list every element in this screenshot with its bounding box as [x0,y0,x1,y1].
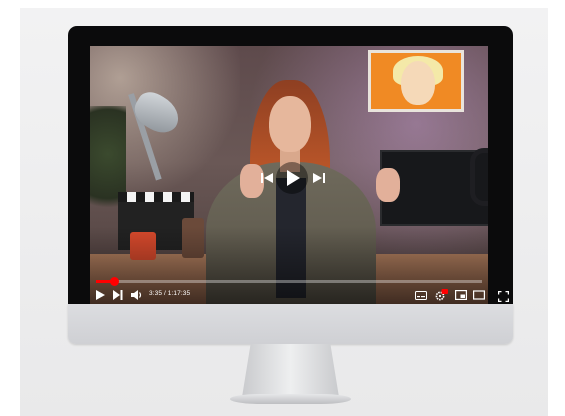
progress-bar[interactable] [96,277,482,286]
time-display: 3:35 / 1:17:35 [149,290,190,297]
fullscreen-icon [497,290,510,303]
control-bar: 3:35 / 1:17:35 [90,286,488,304]
theater-mode-button[interactable] [472,289,486,301]
theater-mode-icon [473,290,485,300]
subtitles-button[interactable] [414,289,428,301]
play-icon [287,170,300,186]
time-total: 1:17:35 [167,290,191,297]
hd-badge-icon [441,289,448,294]
subtitles-icon [415,290,427,300]
center-controls [242,162,338,194]
volume-icon [131,290,142,300]
next-button[interactable] [112,289,124,301]
miniplayer-icon [455,290,467,300]
play-icon [95,290,105,300]
progress-scrubber[interactable] [109,277,119,286]
monitor-chin [68,304,513,344]
monitor-stand-base [230,394,351,404]
volume-button[interactable] [130,289,144,301]
settings-button[interactable] [433,289,449,301]
time-current: 3:35 [149,290,163,297]
monitor-stand [242,344,339,396]
settings-icon [435,289,448,301]
next-icon [113,290,123,300]
video-player[interactable]: 3:35 / 1:17:35 [90,46,488,304]
fullscreen-button[interactable] [497,289,510,303]
miniplayer-button[interactable] [454,289,468,301]
play-overlay-button[interactable] [276,162,308,194]
previous-icon[interactable] [258,170,276,186]
next-icon[interactable] [310,170,328,186]
play-button[interactable] [94,289,106,301]
